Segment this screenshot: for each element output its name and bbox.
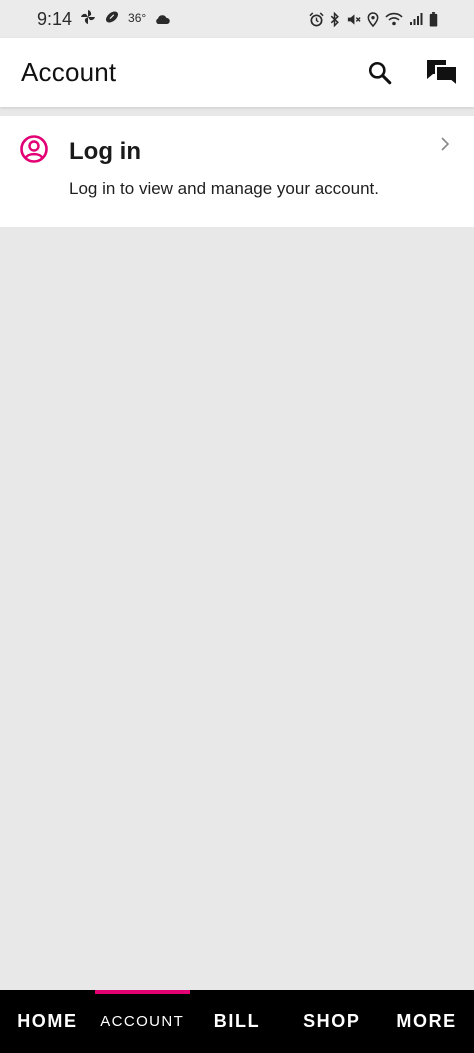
tab-account[interactable]: ACCOUNT	[94, 990, 190, 1053]
battery-icon	[429, 11, 438, 27]
location-icon	[367, 11, 379, 27]
football-icon	[104, 9, 120, 30]
wifi-icon	[385, 12, 403, 26]
page-title: Account	[21, 57, 117, 87]
user-circle-icon	[19, 134, 49, 169]
tab-bill[interactable]: BILL	[190, 990, 285, 1053]
bottom-nav: HOME ACCOUNT BILL SHOP MORE	[0, 990, 474, 1053]
mute-icon	[346, 12, 361, 27]
search-button[interactable]	[362, 55, 398, 91]
alarm-icon	[309, 11, 324, 27]
tab-shop[interactable]: SHOP	[284, 990, 379, 1053]
status-right	[309, 11, 438, 27]
search-icon	[368, 61, 392, 84]
app-bar: Account	[0, 38, 474, 107]
bluetooth-icon	[330, 11, 340, 27]
login-card[interactable]: Log in Log in to view and manage your ac…	[0, 116, 474, 227]
signal-icon	[409, 12, 423, 26]
status-temperature: 36°	[128, 11, 147, 25]
chat-button[interactable]	[424, 55, 460, 91]
cloud-icon	[154, 9, 170, 30]
tab-more[interactable]: MORE	[379, 990, 474, 1053]
chevron-right-icon	[440, 136, 450, 157]
login-description: Log in to view and manage your account.	[69, 179, 379, 198]
tab-home[interactable]: HOME	[0, 990, 95, 1053]
status-time: 9:14	[37, 8, 73, 29]
pinwheel-icon	[80, 9, 96, 30]
app-bar-actions	[362, 55, 460, 91]
chat-icon	[427, 59, 458, 88]
login-title: Log in	[69, 138, 141, 165]
status-bar: 9:14 36°	[0, 0, 474, 38]
status-left: 9:14 36°	[37, 9, 170, 30]
